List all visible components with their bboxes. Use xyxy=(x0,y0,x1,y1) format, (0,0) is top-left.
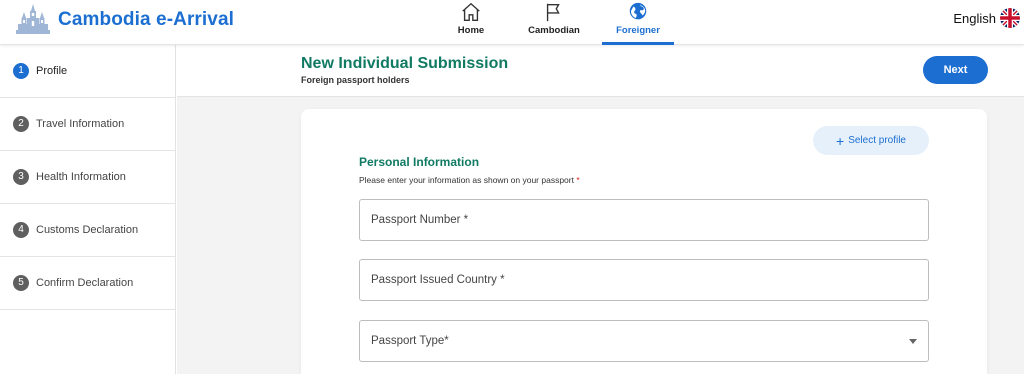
step-label: Confirm Declaration xyxy=(36,277,134,289)
dropdown-arrow-icon xyxy=(909,339,917,344)
step-label: Health Information xyxy=(36,171,126,183)
step-travel-information[interactable]: 2 Travel Information xyxy=(0,98,175,151)
step-number: 1 xyxy=(13,63,29,79)
submission-header: New Individual Submission Foreign passpo… xyxy=(177,45,1024,97)
passport-issued-country-placeholder: Passport Issued Country * xyxy=(371,274,505,286)
page-subtitle: Foreign passport holders xyxy=(301,75,410,85)
step-number: 4 xyxy=(13,222,29,238)
select-profile-button[interactable]: + Select profile xyxy=(813,126,929,155)
globe-icon xyxy=(629,2,647,20)
step-profile[interactable]: 1 Profile xyxy=(0,45,175,98)
top-header: Cambodia e-Arrival Home Cambodian Foreig… xyxy=(0,0,1024,45)
active-tab-indicator xyxy=(602,42,674,45)
page-title: New Individual Submission xyxy=(301,55,509,72)
section-description: Please enter your information as shown o… xyxy=(359,175,580,185)
personal-info-card: + Select profile Personal Information Pl… xyxy=(301,109,987,374)
step-label: Profile xyxy=(36,65,68,77)
passport-number-placeholder: Passport Number * xyxy=(371,214,469,226)
required-asterisk: * xyxy=(576,175,580,185)
step-number: 3 xyxy=(13,169,29,185)
passport-type-placeholder: Passport Type* xyxy=(371,335,449,347)
flag-icon xyxy=(546,3,560,22)
section-title: Personal Information xyxy=(359,155,480,169)
passport-type-select[interactable]: Passport Type* xyxy=(359,320,929,362)
step-label: Travel Information xyxy=(36,118,125,130)
nav-cambodian-label: Cambodian xyxy=(528,25,580,36)
language-selector[interactable]: English xyxy=(953,8,1020,28)
brand-link[interactable]: Cambodia e-Arrival xyxy=(15,2,234,38)
step-number: 2 xyxy=(13,116,29,132)
passport-number-input[interactable]: Passport Number * xyxy=(359,199,929,241)
nav-foreigner[interactable]: Foreigner xyxy=(602,0,674,45)
select-profile-label: Select profile xyxy=(848,135,906,146)
step-confirm-declaration[interactable]: 5 Confirm Declaration xyxy=(0,257,175,310)
nav-home[interactable]: Home xyxy=(455,0,487,45)
passport-issued-country-input[interactable]: Passport Issued Country * xyxy=(359,259,929,301)
step-number: 5 xyxy=(13,275,29,291)
section-description-text: Please enter your information as shown o… xyxy=(359,175,574,185)
plus-icon: + xyxy=(836,132,845,149)
nav-home-label: Home xyxy=(457,25,485,36)
angkor-logo-icon xyxy=(16,4,50,34)
step-sidebar: 1 Profile 2 Travel Information 3 Health … xyxy=(0,45,176,374)
uk-flag-icon xyxy=(1000,8,1020,28)
step-customs-declaration[interactable]: 4 Customs Declaration xyxy=(0,204,175,257)
nav-foreigner-label: Foreigner xyxy=(616,25,660,36)
nav-cambodian[interactable]: Cambodian xyxy=(524,0,584,45)
brand-name: Cambodia e-Arrival xyxy=(58,9,235,30)
next-button[interactable]: Next xyxy=(923,56,988,84)
step-label: Customs Declaration xyxy=(36,224,139,236)
step-health-information[interactable]: 3 Health Information xyxy=(0,151,175,204)
main-content: New Individual Submission Foreign passpo… xyxy=(177,45,1024,374)
home-icon xyxy=(462,2,480,21)
language-label: English xyxy=(953,10,996,26)
